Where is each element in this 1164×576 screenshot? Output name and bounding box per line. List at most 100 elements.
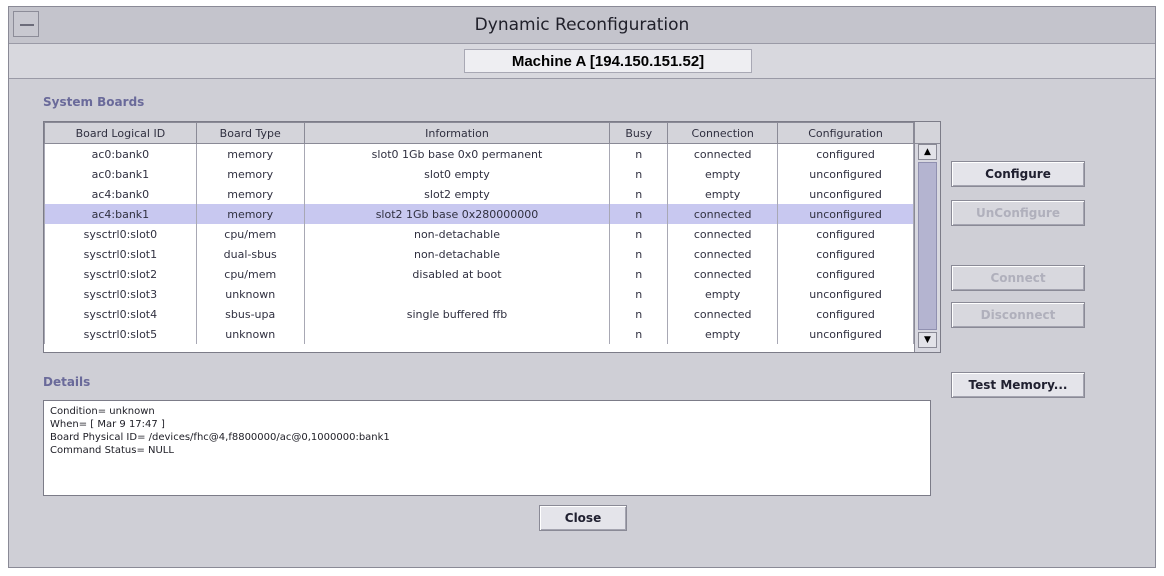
cell-board-type: dual-sbus xyxy=(195,244,305,264)
column-header-board-type[interactable]: Board Type xyxy=(195,122,305,144)
scroll-up-icon[interactable]: ▲ xyxy=(918,144,937,160)
cell-board-type: cpu/mem xyxy=(195,264,305,284)
cell-busy: n xyxy=(609,264,669,284)
cell-information: non-detachable xyxy=(303,224,611,244)
cell-busy: n xyxy=(609,324,669,344)
cell-information xyxy=(303,284,611,304)
details-label: Details xyxy=(43,375,91,389)
table-row[interactable]: sysctrl0:slot1 dual-sbus non-detachable n co… xyxy=(44,244,914,264)
cell-information: single buffered ffb xyxy=(303,304,611,324)
cell-configuration: configured xyxy=(777,264,914,284)
cell-connection: connected xyxy=(667,204,779,224)
cell-board-logical-id: sysctrl0:slot3 xyxy=(44,284,197,304)
cell-connection: empty xyxy=(667,184,779,204)
cell-board-logical-id: sysctrl0:slot5 xyxy=(44,324,197,344)
cell-board-logical-id: ac4:bank0 xyxy=(44,184,197,204)
cell-board-type: unknown xyxy=(195,324,305,344)
machine-label: Machine A [194.150.151.52] xyxy=(464,49,752,73)
details-textarea[interactable]: Condition= unknown When= [ Mar 9 17:47 ]… xyxy=(43,400,931,496)
table-row[interactable]: ac4:bank0 memory slot2 empty n empty unconfig… xyxy=(44,184,914,204)
cell-board-logical-id: sysctrl0:slot0 xyxy=(44,224,197,244)
cell-board-type: cpu/mem xyxy=(195,224,305,244)
cell-busy: n xyxy=(609,204,669,224)
disconnect-button[interactable]: Disconnect xyxy=(951,302,1085,328)
details-line-when: When= [ Mar 9 17:47 ] xyxy=(50,419,165,430)
cell-information: slot2 1Gb base 0x280000000 xyxy=(303,204,611,224)
close-button[interactable]: Close xyxy=(539,505,627,531)
cell-configuration: unconfigured xyxy=(777,204,914,224)
table-row[interactable]: ac0:bank0 memory slot0 1Gb base 0x0 perman… xyxy=(44,143,914,164)
cell-information: slot0 1Gb base 0x0 permanent xyxy=(303,143,611,164)
cell-configuration: unconfigured xyxy=(777,284,914,304)
cell-board-logical-id: ac0:bank1 xyxy=(44,164,197,184)
column-header-busy[interactable]: Busy xyxy=(609,122,669,144)
cell-board-logical-id: sysctrl0:slot1 xyxy=(44,244,197,264)
cell-connection: empty xyxy=(667,284,779,304)
cell-board-type: unknown xyxy=(195,284,305,304)
cell-connection: connected xyxy=(667,264,779,284)
system-boards-table: Board Logical ID Board Type Information … xyxy=(43,121,941,353)
cell-busy: n xyxy=(609,284,669,304)
machine-header: Machine A [194.150.151.52] xyxy=(9,44,1155,79)
cell-busy: n xyxy=(609,304,669,324)
cell-busy: n xyxy=(609,143,669,164)
table-row[interactable]: ac4:bank1 memory slot2 1Gb base 0x28000000… xyxy=(44,204,914,224)
table-row[interactable]: sysctrl0:slot3 unknown n empty unconfigured xyxy=(44,284,914,304)
cell-busy: n xyxy=(609,244,669,264)
cell-configuration: configured xyxy=(777,224,914,244)
cell-configuration: configured xyxy=(777,143,914,164)
table-scrollbar[interactable]: ▲ ▼ xyxy=(914,122,940,352)
cell-board-logical-id: sysctrl0:slot2 xyxy=(44,264,197,284)
cell-information: slot2 empty xyxy=(303,184,611,204)
scrollbar-corner xyxy=(915,122,940,144)
cell-busy: n xyxy=(609,164,669,184)
cell-board-logical-id: ac0:bank0 xyxy=(44,143,197,164)
column-header-board-logical-id[interactable]: Board Logical ID xyxy=(44,122,197,144)
cell-connection: connected xyxy=(667,224,779,244)
cell-information: non-detachable xyxy=(303,244,611,264)
connect-button[interactable]: Connect xyxy=(951,265,1085,291)
cell-board-type: memory xyxy=(195,204,305,224)
test-memory-button[interactable]: Test Memory... xyxy=(951,372,1085,398)
cell-connection: empty xyxy=(667,324,779,344)
cell-configuration: configured xyxy=(777,244,914,264)
table-row[interactable]: sysctrl0:slot0 cpu/mem non-detachable n conn… xyxy=(44,224,914,244)
cell-busy: n xyxy=(609,184,669,204)
cell-board-logical-id: sysctrl0:slot4 xyxy=(44,304,197,324)
cell-configuration: unconfigured xyxy=(777,164,914,184)
cell-board-type: memory xyxy=(195,143,305,164)
window-title: Dynamic Reconfiguration xyxy=(474,15,690,35)
cell-board-type: memory xyxy=(195,184,305,204)
cell-connection: connected xyxy=(667,304,779,324)
cell-board-type: sbus-upa xyxy=(195,304,305,324)
details-line-board-physical-id: Board Physical ID= /devices/fhc@4,f88000… xyxy=(50,432,390,443)
cell-connection: connected xyxy=(667,244,779,264)
system-boards-label: System Boards xyxy=(43,95,145,109)
table-row[interactable]: ac0:bank1 memory slot0 empty n empty unconfig… xyxy=(44,164,914,184)
cell-information xyxy=(303,324,611,344)
details-line-command-status: Command Status= NULL xyxy=(50,445,174,456)
configure-button[interactable]: Configure xyxy=(951,161,1085,187)
cell-connection: empty xyxy=(667,164,779,184)
unconfigure-button[interactable]: UnConfigure xyxy=(951,200,1085,226)
cell-information: disabled at boot xyxy=(303,264,611,284)
cell-board-logical-id: ac4:bank1 xyxy=(44,204,197,224)
table-header: Board Logical ID Board Type Information … xyxy=(44,122,914,144)
cell-configuration: unconfigured xyxy=(777,324,914,344)
column-header-configuration[interactable]: Configuration xyxy=(777,122,914,144)
cell-board-type: memory xyxy=(195,164,305,184)
title-bar: Dynamic Reconfiguration xyxy=(9,7,1155,44)
cell-information: slot0 empty xyxy=(303,164,611,184)
column-header-information[interactable]: Information xyxy=(303,122,611,144)
cell-connection: connected xyxy=(667,143,779,164)
table-row[interactable]: sysctrl0:slot4 sbus-upa single buffered ff… xyxy=(44,304,914,324)
cell-busy: n xyxy=(609,224,669,244)
table-row[interactable]: sysctrl0:slot5 unknown n empty unconfigured xyxy=(44,324,914,344)
cell-configuration: configured xyxy=(777,304,914,324)
scroll-down-icon[interactable]: ▼ xyxy=(918,332,937,348)
table-row[interactable]: sysctrl0:slot2 cpu/mem disabled at boot n co… xyxy=(44,264,914,284)
details-line-condition: Condition= unknown xyxy=(50,406,155,417)
cell-configuration: unconfigured xyxy=(777,184,914,204)
column-header-connection[interactable]: Connection xyxy=(667,122,779,144)
scrollbar-thumb[interactable] xyxy=(918,162,937,330)
